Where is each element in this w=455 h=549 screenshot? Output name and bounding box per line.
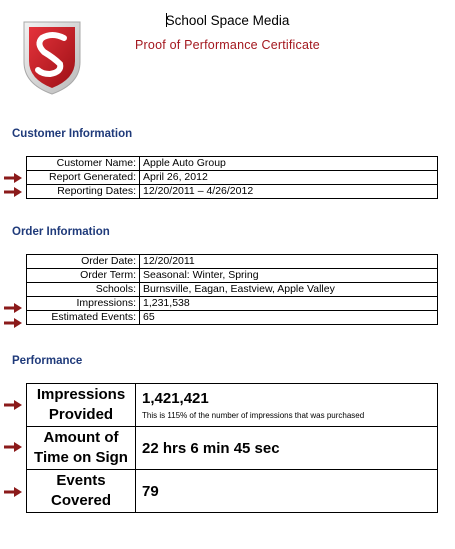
table-row: Order Term: Seasonal: Winter, Spring — [26, 268, 438, 283]
table-row: Customer Name: Apple Auto Group — [26, 156, 438, 171]
table-row: Report Generated: April 26, 2012 — [26, 170, 438, 185]
table-row: Impressions: 1,231,538 — [26, 296, 438, 311]
reporting-dates-label: Reporting Dates: — [26, 184, 140, 199]
table-row: Order Date: 12/20/2011 — [26, 254, 438, 269]
company-logo-icon — [23, 21, 81, 95]
impressions-provided-cell: 1,421,421 This is 115% of the number of … — [135, 383, 438, 427]
order-date-value: 12/20/2011 — [139, 254, 438, 269]
label-line: Covered — [50, 492, 112, 509]
customer-section-heading: Customer Information — [12, 128, 133, 140]
events-covered-value: 79 — [142, 482, 159, 500]
schools-label: Schools: — [26, 282, 140, 297]
impressions-value: 1,231,538 — [139, 296, 438, 311]
customer-name-label: Customer Name: — [26, 156, 140, 171]
report-generated-value: April 26, 2012 — [139, 170, 438, 185]
impressions-provided-value: 1,421,421 — [142, 390, 209, 407]
performance-table: Impressions Provided 1,421,421 This is 1… — [26, 383, 438, 513]
arrow-right-icon — [4, 303, 22, 313]
report-generated-label: Report Generated: — [26, 170, 140, 185]
arrow-right-icon — [4, 318, 22, 328]
label-line: Amount of — [43, 429, 119, 446]
table-row: Amount of Time on Sign 22 hrs 6 min 45 s… — [26, 426, 438, 470]
document-title: Proof of Performance Certificate — [135, 38, 320, 52]
impressions-provided-label: Impressions Provided — [26, 383, 136, 427]
schools-value: Burnsville, Eagan, Eastview, Apple Valle… — [139, 282, 438, 297]
order-term-label: Order Term: — [26, 268, 140, 283]
table-row: Reporting Dates: 12/20/2011 – 4/26/2012 — [26, 184, 438, 199]
impressions-label: Impressions: — [26, 296, 140, 311]
arrow-right-icon — [4, 487, 22, 497]
customer-name-value: Apple Auto Group — [139, 156, 438, 171]
order-info-table: Order Date: 12/20/2011 Order Term: Seaso… — [26, 254, 438, 325]
impressions-provided-note: This is 115% of the number of impression… — [142, 411, 365, 420]
table-row: Events Covered 79 — [26, 469, 438, 513]
performance-section-heading: Performance — [12, 355, 83, 367]
arrow-right-icon — [4, 173, 22, 183]
table-row: Estimated Events: 65 — [26, 310, 438, 325]
estimated-events-label: Estimated Events: — [26, 310, 140, 325]
arrow-right-icon — [4, 442, 22, 452]
arrow-right-icon — [4, 400, 22, 410]
arrow-right-icon — [4, 187, 22, 197]
label-line: Impressions — [36, 386, 126, 403]
label-line: Provided — [48, 406, 114, 423]
label-line: Time on Sign — [34, 449, 128, 466]
company-name: School Space Media — [0, 13, 455, 28]
order-date-label: Order Date: — [26, 254, 140, 269]
time-on-sign-cell: 22 hrs 6 min 45 sec — [135, 426, 438, 470]
time-on-sign-label: Amount of Time on Sign — [26, 426, 136, 470]
events-covered-label: Events Covered — [26, 469, 136, 513]
estimated-events-value: 65 — [139, 310, 438, 325]
label-line: Events — [56, 472, 106, 489]
reporting-dates-value: 12/20/2011 – 4/26/2012 — [139, 184, 438, 199]
table-row: Impressions Provided 1,421,421 This is 1… — [26, 383, 438, 427]
customer-info-table: Customer Name: Apple Auto Group Report G… — [26, 156, 438, 199]
order-term-value: Seasonal: Winter, Spring — [139, 268, 438, 283]
order-section-heading: Order Information — [12, 226, 110, 238]
table-row: Schools: Burnsville, Eagan, Eastview, Ap… — [26, 282, 438, 297]
time-on-sign-value: 22 hrs 6 min 45 sec — [142, 439, 280, 457]
events-covered-cell: 79 — [135, 469, 438, 513]
company-name-text: School Space Media — [165, 13, 290, 28]
